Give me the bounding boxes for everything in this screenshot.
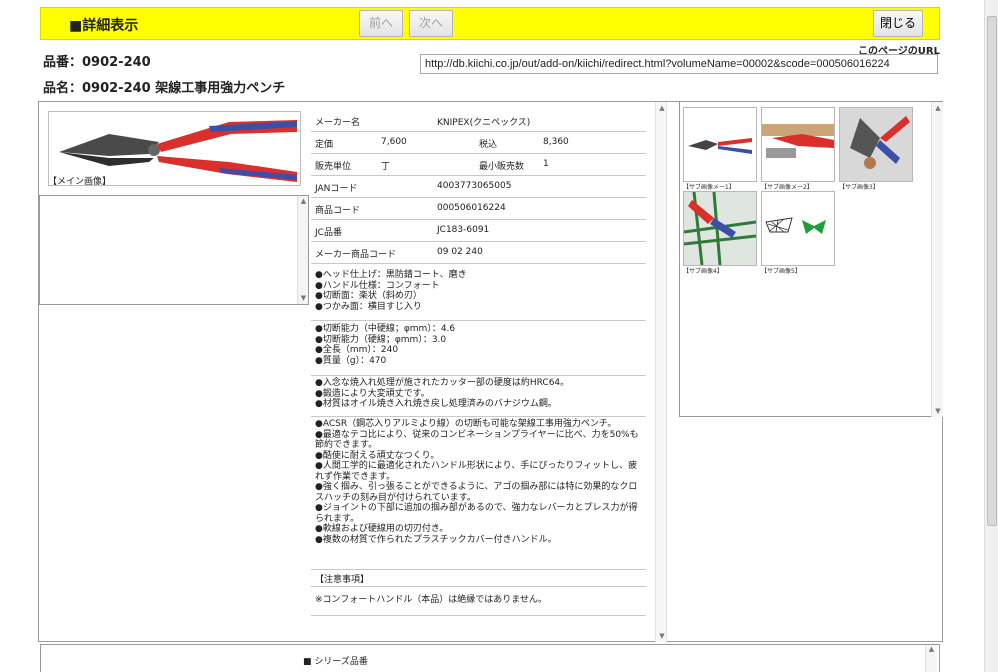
spec-row-price: 定価 7,600 税込 8,360 (311, 132, 646, 154)
scroll-down-icon[interactable]: ▼ (656, 632, 668, 640)
spec-value: JC183-6091 (437, 225, 490, 235)
list-item: ●切断能力（硬線；φmm）：3.0 (315, 334, 447, 345)
page-scrollbar[interactable] (984, 0, 998, 672)
list-item: ●強く掴み、引っ張ることができるように、アゴの掴み部には特に効果的なクロスハッチ… (315, 482, 638, 503)
list-item: ●最適なテコ比により、従来のコンビネーションプライヤーに比べ、力を50%も節約で… (315, 429, 639, 451)
header-bar: ■詳細表示 前へ 次へ 閉じる (40, 7, 940, 40)
sub-image-scrollbar[interactable]: ▲ ▼ (931, 102, 943, 417)
spec-value: 8,360 (543, 137, 569, 147)
sub-image-3[interactable] (839, 107, 913, 182)
list-item: ●ヘッド仕上げ：黒防錆コート、磨き (315, 270, 467, 280)
spec-row-code: 商品コード 000506016224 (311, 198, 646, 220)
list-item: ●材質はオイル焼き入れ焼き戻し処理済みのバナジウム鋼。 (315, 399, 557, 409)
notes-text: ※コンフォートハンドル（本品）は絶縁ではありません。 (315, 595, 548, 605)
list-item: ●質量（g）：470 (315, 355, 387, 366)
list-item: ●ACSR（鋼芯入りアルミより線）の切断も可能な架線工事用強力ペンチ。 (315, 419, 617, 429)
divider (311, 586, 646, 587)
spec-value: 7,600 (381, 137, 407, 147)
spec-value: 4003773065005 (437, 181, 512, 191)
scroll-down-icon[interactable]: ▼ (298, 293, 309, 304)
scroll-up-icon[interactable]: ▲ (932, 104, 944, 112)
page-scrollbar-thumb[interactable] (987, 16, 997, 526)
spec-row-unit: 販売単位 丁 最小販売数 1 (311, 154, 646, 176)
series-scrollbar[interactable]: ▲ (925, 645, 937, 672)
feature-list-capacity: ●切断能力（中硬線；φmm）：4.6 ●切断能力（硬線；φmm）：3.0 ●全長… (311, 324, 646, 376)
spec-label: 最小販売数 (479, 162, 525, 172)
detail-page: ■詳細表示 前へ 次へ 閉じる このページのURL http://db.kiic… (0, 0, 998, 672)
spec-value: 000506016224 (437, 203, 506, 213)
spec-value: KNIPEX(クニペックス) (437, 118, 531, 128)
sub-image-4[interactable] (683, 191, 757, 266)
sub-image-2[interactable] (761, 107, 835, 182)
fence-thumb (683, 191, 757, 266)
sub-image-1[interactable] (683, 107, 757, 182)
pliers-thumb (688, 138, 752, 154)
list-item: ●鍛造により大変頑丈です。 (315, 388, 430, 399)
feature-list-material: ●入念な焼入れ処理が施されたカッター部の硬度は約HRC64。 ●鍛造により大変頑… (311, 378, 646, 417)
scroll-down-icon[interactable]: ▼ (932, 407, 944, 415)
grip-pattern-thumb (762, 192, 834, 265)
spec-table: メーカー名 KNIPEX(クニペックス) 定価 7,600 税込 8,360 販… (311, 110, 646, 264)
spec-label: JC品番 (315, 228, 342, 238)
frame-scrollbar[interactable]: ▲ ▼ (297, 196, 308, 304)
spec-label: メーカー商品コード (315, 250, 397, 260)
spec-label: 定価 (315, 140, 334, 150)
spec-label: JANコード (315, 184, 358, 194)
list-item: ●複数の材質で作られたプラスチックカバー付きハンドル。 (315, 534, 557, 545)
sub-image-caption: 【サブ画像4】 (683, 268, 723, 275)
spec-label: 税込 (479, 140, 498, 150)
sub-image-caption: 【サブ画像3】 (839, 184, 879, 191)
scroll-up-icon[interactable]: ▲ (298, 196, 309, 207)
notes-title: 【注意事項】 (315, 575, 370, 585)
divider (311, 615, 646, 616)
list-item: ●酷使に耐える頑丈なつくり。 (315, 450, 440, 461)
series-label: ■ シリーズ品番 (303, 657, 368, 667)
image-viewer-frame: ▲ ▼ (39, 195, 309, 305)
cutting-thumb (762, 108, 834, 181)
prev-button[interactable]: 前へ (359, 10, 403, 37)
sub-image-frame: 【サブ画像メー1】 【サブ画像メー2】 【サブ画像3】 【サブ画像4】 【サブ画… (679, 102, 943, 417)
series-panel: ■ シリーズ品番 ▲ (40, 644, 940, 672)
close-button[interactable]: 閉じる (873, 10, 923, 37)
list-item: ●ハンドル仕様：コンフォート (315, 280, 440, 291)
list-item: ●入念な焼入れ処理が施されたカッター部の硬度は約HRC64。 (315, 378, 570, 388)
spec-row-jan: JANコード 4003773065005 (311, 176, 646, 198)
list-item: ●全長（mm）：240 (315, 345, 399, 355)
next-button[interactable]: 次へ (409, 10, 453, 37)
sub-image-caption: 【サブ画像メー1】 (683, 184, 735, 191)
page-title: ■詳細表示 (69, 18, 139, 34)
detail-panel: 【メイン画像】 ▲ ▼ メーカー名 KNIPEX(クニペックス) 定価 7,60… (38, 101, 943, 642)
list-item: ●ジョイントの下部に追加の掴み部があるので、強力なレバーカとプレス力が得られます… (315, 503, 638, 524)
sub-image-5[interactable] (761, 191, 835, 266)
spec-row-maker-code: メーカー商品コード 09 02 240 (311, 242, 646, 264)
list-item: ●人間工学的に最適化されたハンドル形状により、手にぴったりフィットし、疲れず作業… (315, 461, 638, 482)
scroll-up-icon[interactable]: ▲ (656, 104, 668, 112)
spec-value: 1 (543, 159, 549, 169)
list-item: ●切断面：楽状（斜め刃） (315, 291, 422, 301)
usage-thumb (840, 108, 912, 181)
sub-image-caption: 【サブ画像5】 (761, 268, 801, 275)
main-image-caption: 【メイン画像】 (48, 177, 112, 187)
spec-row-jc: JC品番 JC183-6091 (311, 220, 646, 242)
product-number: 品番：0902-240 (43, 55, 151, 70)
spec-label: 販売単位 (315, 162, 352, 172)
spec-value: 09 02 240 (437, 247, 483, 257)
feature-list-finish: ●ヘッド仕上げ：黒防錆コート、磨き ●ハンドル仕様：コンフォート ●切断面：楽状… (311, 270, 646, 321)
url-field[interactable]: http://db.kiichi.co.jp/out/add-on/kiichi… (420, 54, 938, 74)
list-item: ●切断能力（中硬線；φmm）：4.6 (315, 324, 456, 334)
spec-label: メーカー名 (315, 118, 361, 128)
spec-row-maker: メーカー名 KNIPEX(クニペックス) (311, 110, 646, 132)
spec-value: 丁 (381, 162, 391, 172)
list-item: ●軟線および硬線用の切刃付き。 (315, 524, 449, 534)
feature-list-description: ●ACSR（鋼芯入りアルミより線）の切断も可能な架線工事用強力ペンチ。 ●最適な… (311, 419, 646, 570)
product-name: 品名：0902-240 架線工事用強力ペンチ (43, 81, 286, 96)
content-scrollbar[interactable]: ▲ ▼ (655, 102, 667, 642)
sub-image-caption: 【サブ画像メー2】 (761, 184, 813, 191)
spec-label: 商品コード (315, 206, 361, 216)
list-item: ●つかみ面：横目すじ入り (315, 301, 422, 312)
